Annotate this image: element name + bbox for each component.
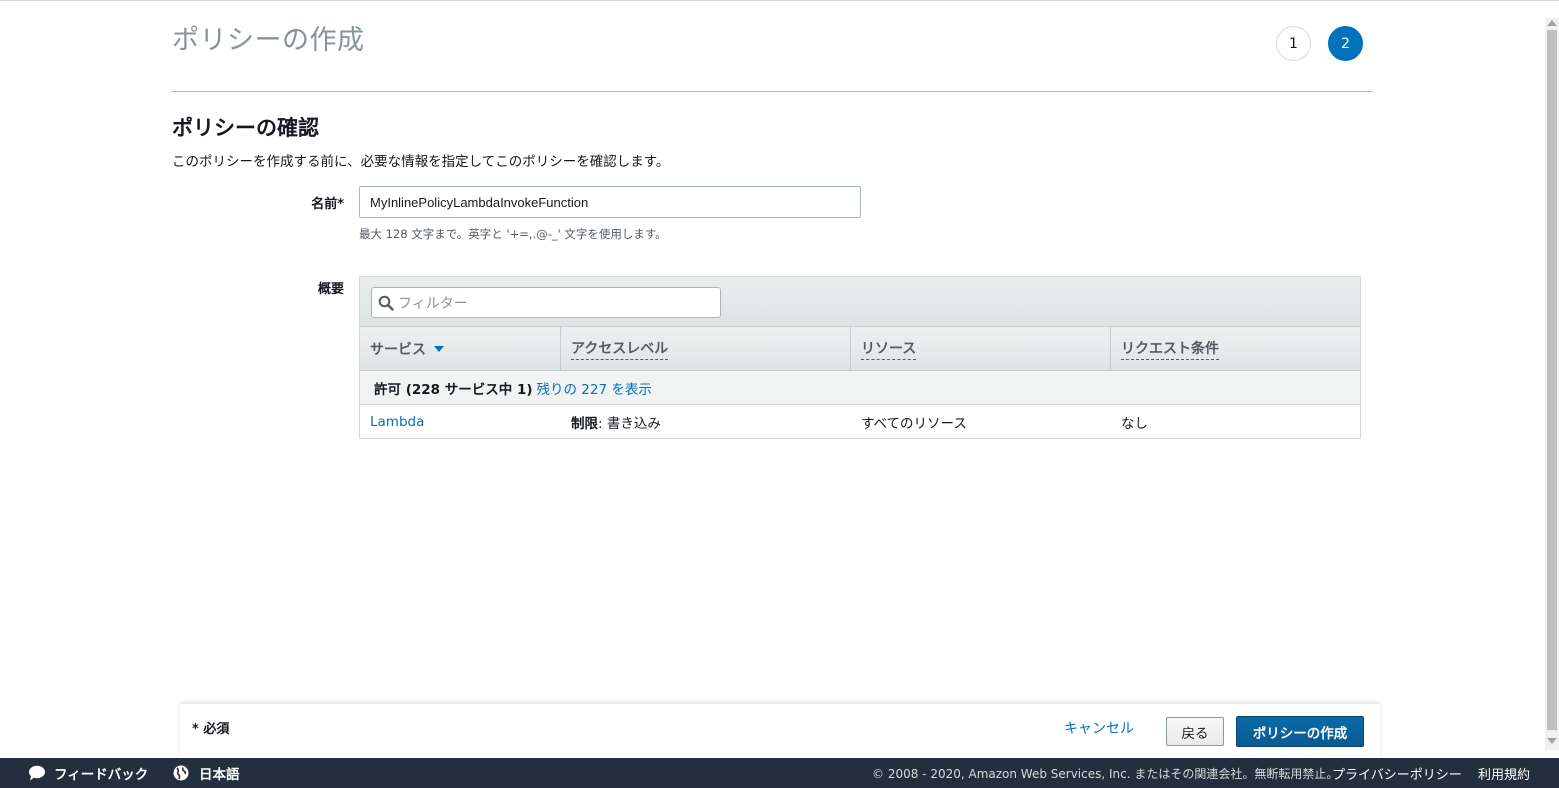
copyright-text: © 2008 - 2020, Amazon Web Services, Inc.… [872, 766, 1339, 781]
column-header-request-condition[interactable]: リクエスト条件 [1111, 327, 1360, 371]
column-header-label: リクエスト条件 [1121, 338, 1219, 360]
step-indicator-1[interactable]: 1 [1276, 26, 1311, 61]
sort-descending-icon [434, 346, 444, 352]
create-policy-button[interactable]: ポリシーの作成 [1236, 716, 1364, 747]
scroll-down-icon[interactable] [1547, 738, 1557, 744]
search-icon [378, 295, 394, 311]
language-label: 日本語 [199, 767, 240, 783]
table-row: Lambda 制限 : 書き込み すべてのリソース なし [360, 405, 1360, 439]
filter-input[interactable]: フィルター [371, 287, 721, 318]
scrollbar[interactable] [1545, 18, 1559, 750]
column-header-label: サービス [370, 342, 426, 358]
access-level-prefix: 制限 [571, 416, 598, 432]
filter-placeholder: フィルター [398, 295, 468, 312]
policy-name-value: MyInlinePolicyLambdaInvokeFunction [370, 194, 589, 210]
step-indicator-2: 2 [1328, 26, 1363, 61]
globe-icon [173, 765, 189, 781]
scroll-thumb[interactable] [1547, 30, 1557, 730]
speech-bubble-icon [29, 765, 45, 781]
section-title: ポリシーの確認 [172, 116, 319, 140]
page-title: ポリシーの作成 [172, 25, 365, 56]
summary-label: 概要 [317, 282, 344, 297]
feedback-label: フィードバック [54, 767, 149, 783]
back-button[interactable]: 戻る [1166, 717, 1224, 746]
feedback-link[interactable]: フィードバック [28, 758, 148, 788]
access-level-value: : 書き込み [598, 416, 661, 432]
table-header: サービス アクセスレベル リソース リクエスト条件 [360, 327, 1360, 371]
filter-bar: フィルター [360, 277, 1360, 327]
terms-link[interactable]: 利用規約 [1478, 758, 1530, 788]
allow-group-row: 許可 (228 サービス中 1) 残りの 227 を表示 [360, 371, 1360, 405]
scroll-up-icon[interactable] [1547, 20, 1557, 26]
name-label: 名前* [311, 197, 344, 212]
summary-table: フィルター サービス アクセスレベル リソース リクエスト条件 許可 (228 … [359, 276, 1361, 439]
action-footer: * 必須 キャンセル 戻る ポリシーの作成 [180, 703, 1380, 758]
column-header-access-level[interactable]: アクセスレベル [561, 327, 851, 371]
privacy-policy-link[interactable]: プライバシーポリシー [1332, 758, 1462, 788]
column-header-resource[interactable]: リソース [851, 327, 1111, 371]
show-remaining-link[interactable]: 残りの 227 を表示 [537, 378, 652, 398]
policy-name-input[interactable]: MyInlinePolicyLambdaInvokeFunction [359, 186, 861, 218]
condition-cell: なし [1121, 416, 1148, 432]
allow-group-label: 許可 (228 サービス中 1) [374, 381, 533, 398]
service-link[interactable]: Lambda [360, 405, 561, 439]
resource-cell: すべてのリソース [861, 416, 967, 432]
name-hint: 最大 128 文字まで。英字と '+=,.@-_' 文字を使用します。 [359, 227, 667, 241]
cancel-button[interactable]: キャンセル [1064, 718, 1134, 738]
required-note: * 必須 [192, 722, 230, 737]
column-header-label: リソース [861, 338, 917, 360]
console-footer: フィードバック 日本語 © 2008 - 2020, Amazon Web Se… [0, 758, 1559, 788]
top-border [0, 0, 1559, 1]
access-level-cell: 制限 : 書き込み [561, 405, 851, 439]
column-header-service[interactable]: サービス [360, 327, 561, 371]
section-description: このポリシーを作成する前に、必要な情報を指定してこのポリシーを確認します。 [172, 154, 670, 170]
language-selector[interactable]: 日本語 [173, 758, 240, 788]
column-header-label: アクセスレベル [571, 338, 669, 360]
header-divider [172, 91, 1372, 92]
